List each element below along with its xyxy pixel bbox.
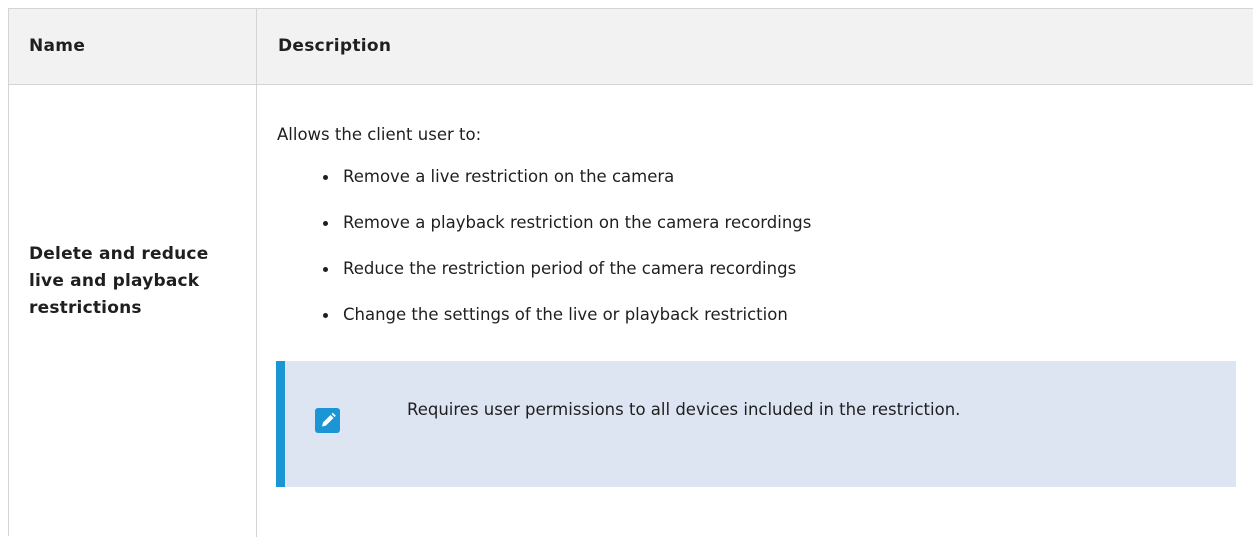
description-intro: Allows the client user to: xyxy=(277,125,482,144)
list-item: Reduce the restriction period of the cam… xyxy=(323,257,811,303)
permissions-table: Name Description Delete and reduce live … xyxy=(8,8,1253,537)
list-item: Remove a playback restriction on the cam… xyxy=(323,211,811,257)
bullet-icon xyxy=(323,221,328,226)
bullet-icon xyxy=(323,175,328,180)
bullet-icon xyxy=(323,313,328,318)
list-item-text: Change the settings of the live or playb… xyxy=(343,305,788,324)
column-header-description: Description xyxy=(278,36,392,56)
note-text: Requires user permissions to all devices… xyxy=(407,400,961,419)
table-header-row: Name Description xyxy=(9,9,1253,85)
list-item: Change the settings of the live or playb… xyxy=(323,303,811,349)
bullet-icon xyxy=(323,267,328,272)
description-bullet-list: Remove a live restriction on the camera … xyxy=(323,165,811,349)
column-divider xyxy=(256,9,257,537)
list-item-text: Remove a playback restriction on the cam… xyxy=(343,213,812,232)
list-item-text: Remove a live restriction on the camera xyxy=(343,167,675,186)
note-callout: Requires user permissions to all devices… xyxy=(276,361,1236,487)
list-item: Remove a live restriction on the camera xyxy=(323,165,811,211)
pencil-icon xyxy=(315,408,340,433)
list-item-text: Reduce the restriction period of the cam… xyxy=(343,259,797,278)
row-name-cell: Delete and reduce live and playback rest… xyxy=(29,244,209,318)
column-header-name: Name xyxy=(29,36,86,56)
